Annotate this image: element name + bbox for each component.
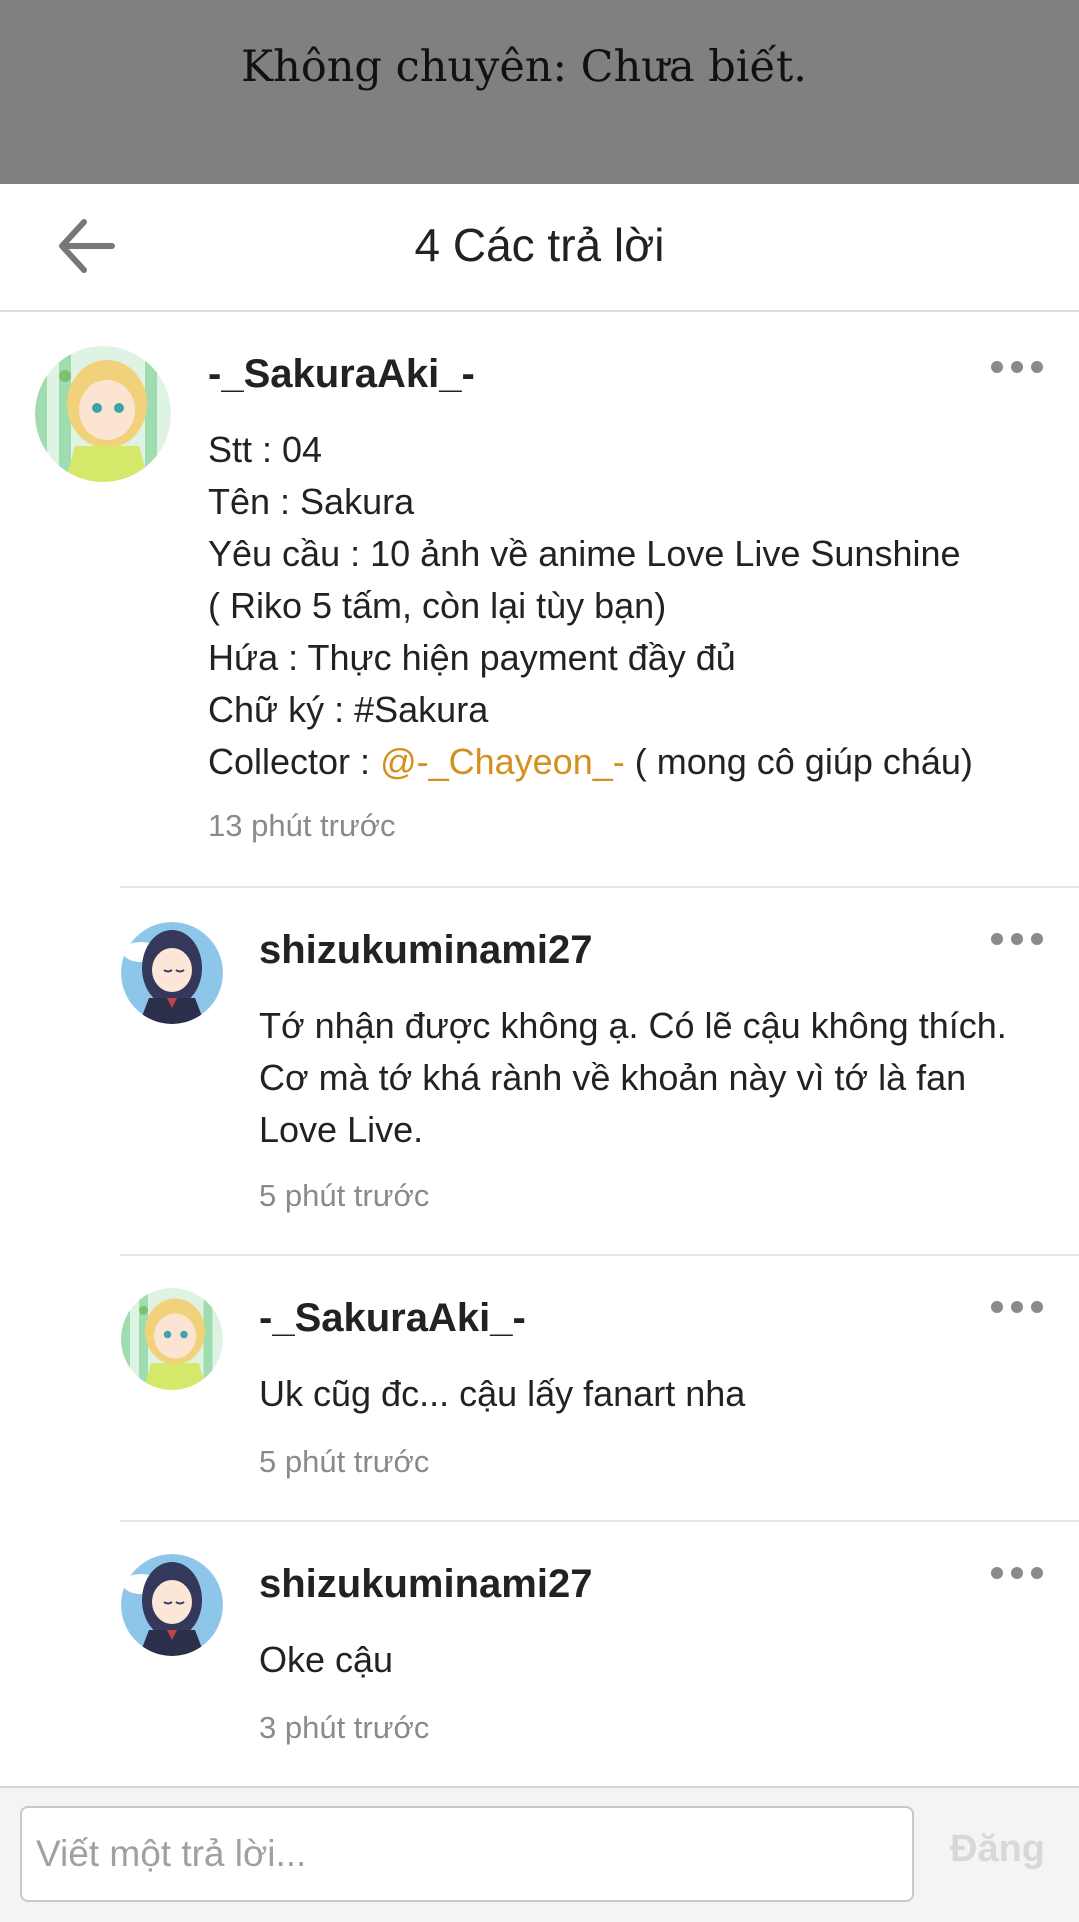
comment-username[interactable]: -_SakuraAki_- [259, 1296, 526, 1341]
comment-line: Love Live. [259, 1109, 424, 1150]
comment-username[interactable]: -_SakuraAki_- [208, 352, 475, 397]
comment-time: 5 phút trước [259, 1178, 430, 1213]
avatar[interactable] [35, 346, 171, 482]
comment-line: Cơ mà tớ khá rành về khoản này vì tớ là … [259, 1057, 967, 1098]
more-dots-icon [991, 361, 1043, 373]
comment-line: Oke cậu [259, 1639, 394, 1680]
mention-link[interactable]: @-_Chayeon_- [380, 741, 625, 782]
comment-time: 3 phút trước [259, 1710, 430, 1745]
comment-username[interactable]: shizukuminami27 [259, 928, 592, 973]
comment-username[interactable]: shizukuminami27 [259, 1562, 592, 1607]
collector-label: Collector : [208, 741, 381, 782]
comment-line: Chữ ký : #Sakura [208, 689, 489, 730]
banner-text: Không chuyên: Chưa biết. [241, 42, 807, 92]
more-options-button[interactable] [987, 350, 1047, 384]
comment-body: Tớ nhận được không ạ. Có lẽ cậu không th… [259, 1000, 1007, 1156]
post-button[interactable]: Đăng [930, 1828, 1065, 1871]
comment-body: Stt : 04 Tên : Sakura Yêu cầu : 10 ảnh v… [208, 424, 973, 788]
header-bar: 4 Các trả lời [0, 184, 1079, 312]
comment-item: shizukuminami27 Tớ nhận được không ạ. Có… [0, 888, 1079, 1254]
comment-time: 5 phút trước [259, 1444, 430, 1479]
page-title: 4 Các trả lời [414, 219, 665, 271]
reply-input[interactable] [20, 1806, 914, 1902]
comment-line: Yêu cầu : 10 ảnh về anime Love Live Suns… [208, 533, 961, 574]
avatar[interactable] [121, 1554, 223, 1656]
comment-line: Stt : 04 [208, 429, 323, 470]
comment-line: Hứa : Thực hiện payment đầy đủ [208, 637, 736, 678]
comment-time: 13 phút trước [208, 808, 396, 843]
comment-item: -_SakuraAki_- Uk cũg đc... cậu lấy fanar… [0, 1256, 1079, 1520]
more-dots-icon [991, 933, 1043, 945]
more-options-button[interactable] [987, 1290, 1047, 1324]
more-dots-icon [991, 1567, 1043, 1579]
more-options-button[interactable] [987, 1556, 1047, 1590]
reply-composer: Đăng [0, 1786, 1079, 1922]
comment-item: shizukuminami27 Oke cậu 3 phút trước [0, 1522, 1079, 1786]
collector-line: Collector : @-_Chayeon_- ( mong cô giúp … [208, 736, 973, 788]
more-dots-icon [991, 1301, 1043, 1313]
top-banner: Không chuyên: Chưa biết. [0, 0, 1079, 184]
comment-body: Oke cậu [259, 1634, 393, 1686]
comment-item: -_SakuraAki_- Stt : 04 Tên : Sakura Yêu … [0, 310, 1079, 886]
comment-body: Uk cũg đc... cậu lấy fanart nha [259, 1368, 745, 1420]
comment-line: ( Riko 5 tấm, còn lại tùy bạn) [208, 585, 667, 626]
comment-line: Tớ nhận được không ạ. Có lẽ cậu không th… [259, 1005, 1007, 1046]
comment-line: Tên : Sakura [208, 481, 415, 522]
comment-line: Uk cũg đc... cậu lấy fanart nha [259, 1373, 746, 1414]
collector-suffix: ( mong cô giúp cháu) [624, 741, 973, 782]
more-options-button[interactable] [987, 922, 1047, 956]
avatar[interactable] [121, 1288, 223, 1390]
avatar[interactable] [121, 922, 223, 1024]
